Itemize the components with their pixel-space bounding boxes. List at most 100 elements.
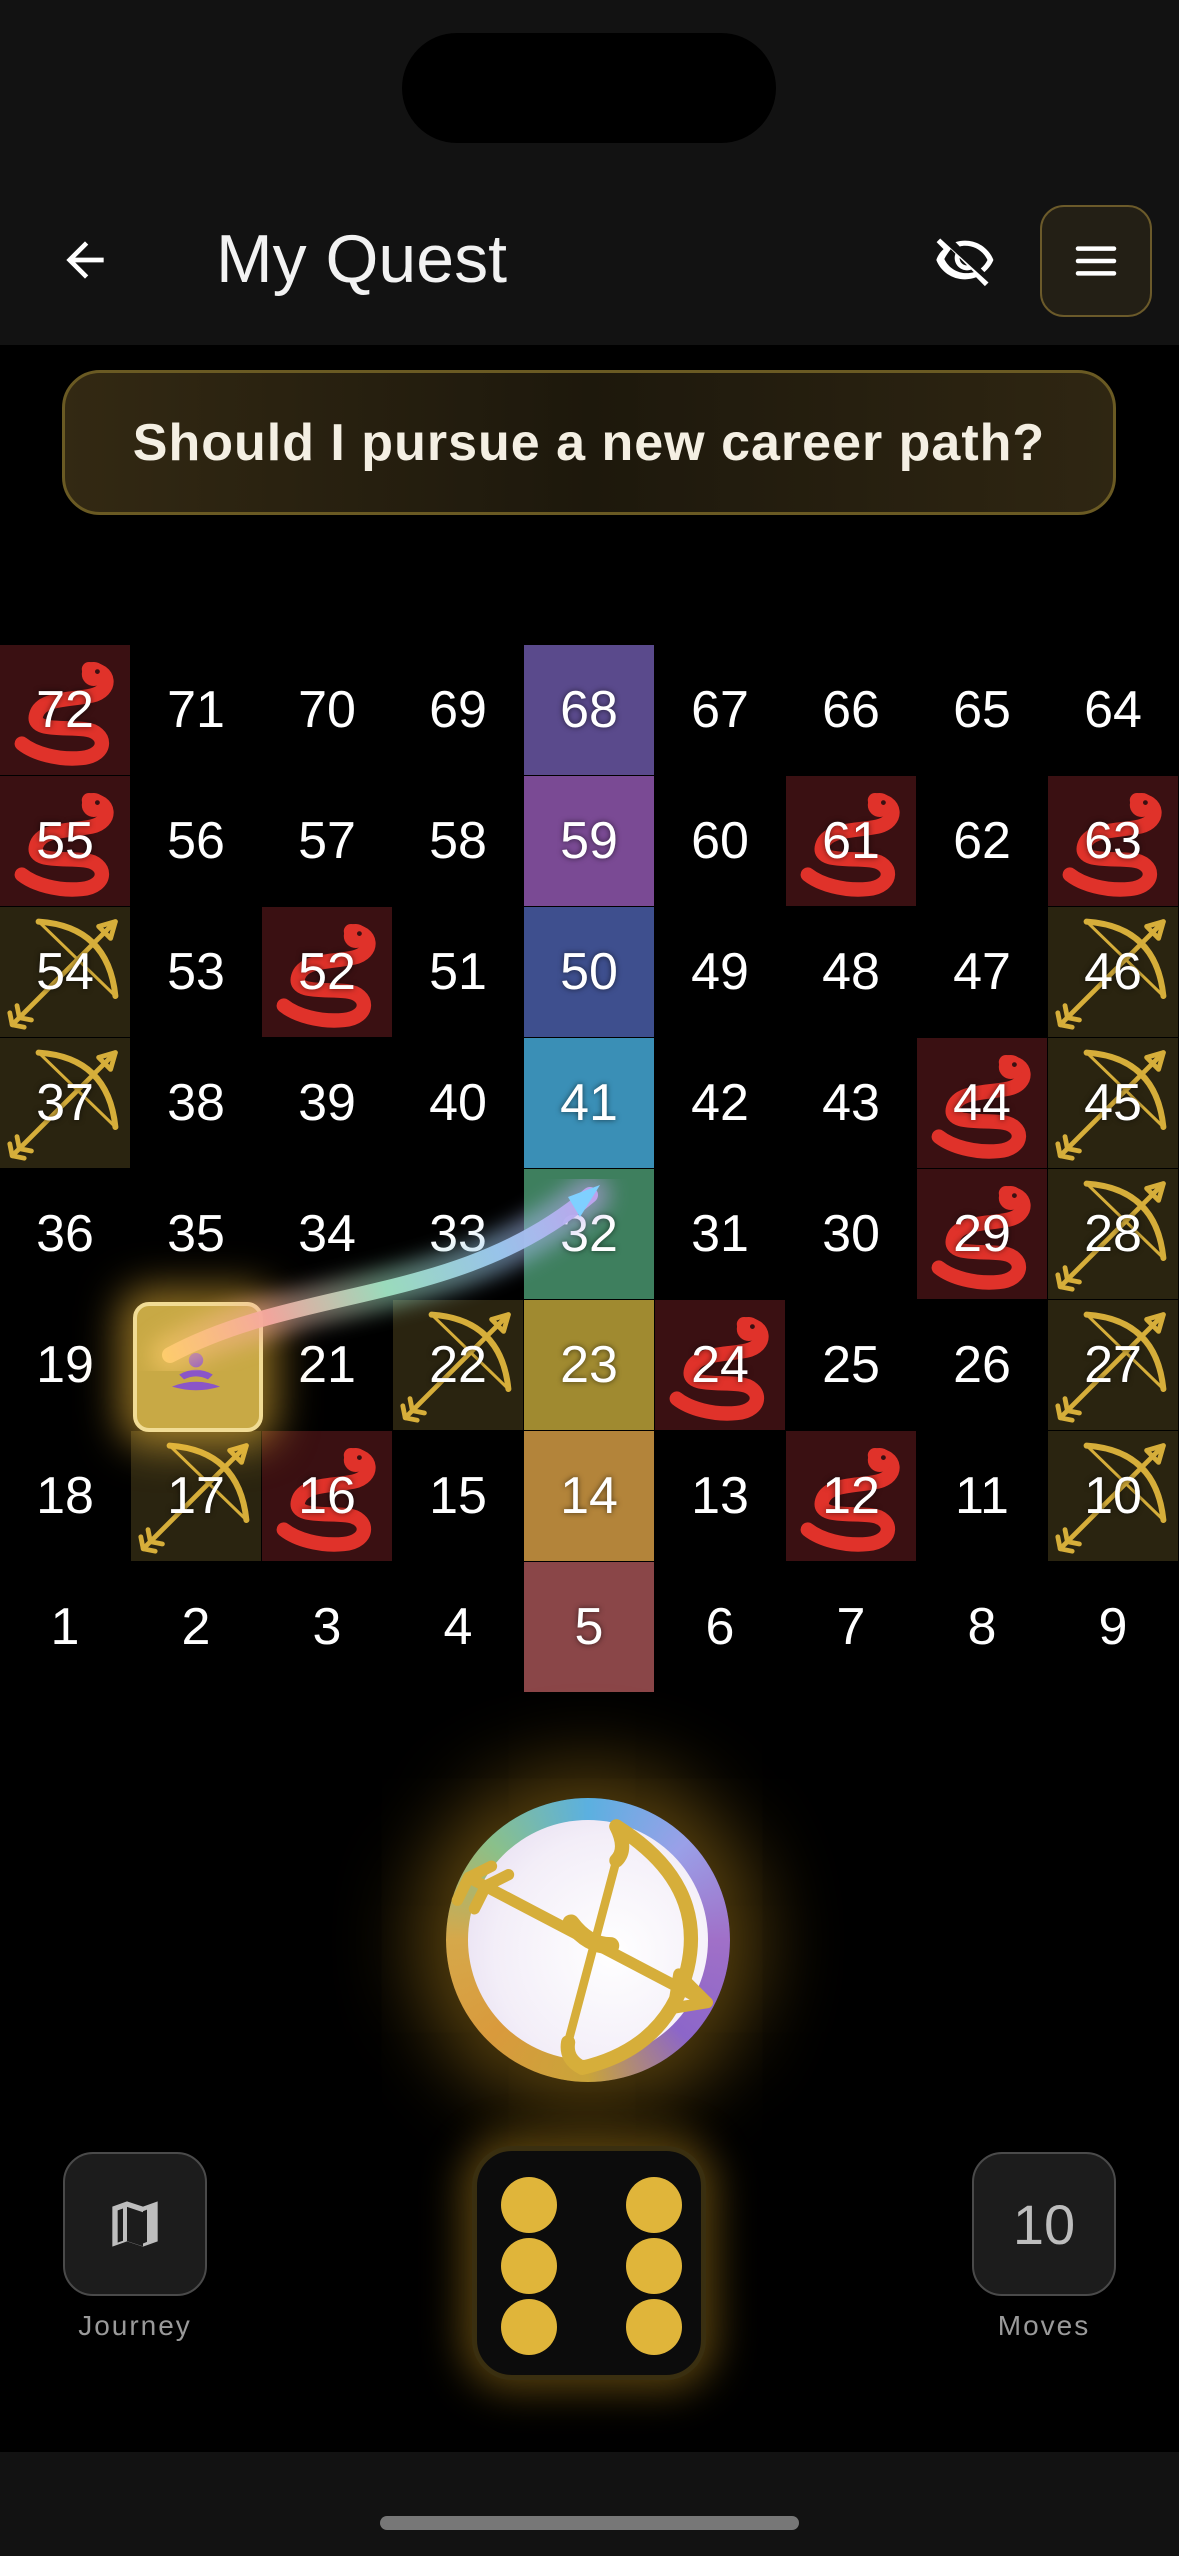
cell-number: 6 [705,1598,735,1656]
board-cell-9: 9 [1048,1562,1178,1692]
cell-number: 50 [560,943,618,1001]
board-cell-5: 5 [524,1562,654,1692]
board-cell-36: 36 [0,1169,130,1299]
cell-number: 45 [1084,1074,1142,1132]
board-cell-32: 32 [524,1169,654,1299]
board-cell-43: 43 [786,1038,916,1168]
cell-number: 8 [967,1598,997,1656]
cell-number: 16 [298,1467,356,1525]
board-cell-3: 3 [262,1562,392,1692]
moves-button[interactable]: 10 [972,2152,1116,2296]
cell-number: 53 [167,943,225,1001]
player-token-cell [131,1300,263,1432]
board-cell-66: 66 [786,645,916,775]
cell-number: 67 [691,681,749,739]
board-cell-13: 13 [655,1431,785,1561]
cell-number: 14 [560,1467,618,1525]
board-cell-67: 67 [655,645,785,775]
meditating-figure-icon [172,1353,220,1391]
board-cell-22: 22 [393,1300,523,1430]
cell-number: 52 [298,943,356,1001]
board-cell-25: 25 [786,1300,916,1430]
cell-number: 29 [953,1205,1011,1263]
cell-number: 39 [298,1074,356,1132]
eye-off-icon [936,238,994,287]
board-cell-62: 62 [917,776,1047,906]
cell-number: 61 [822,812,880,870]
board-cell-57: 57 [262,776,392,906]
cell-number: 28 [1084,1205,1142,1263]
cell-number: 2 [181,1598,211,1656]
dice-pip [501,2177,557,2233]
menu-button[interactable] [1040,205,1152,317]
board-cell-27: 27 [1048,1300,1178,1430]
board-cell-65: 65 [917,645,1047,775]
board-cell-70: 70 [262,645,392,775]
journey-label: Journey [78,2310,192,2341]
board-cell-49: 49 [655,907,785,1037]
moves-label: Moves [997,2310,1091,2341]
cell-number: 51 [429,943,487,1001]
dice-button[interactable] [472,2146,706,2380]
board-cell-4: 4 [393,1562,523,1692]
board-cell-54: 54 [0,907,130,1037]
bow-arrow-icon [451,1819,713,2075]
cell-number: 65 [953,681,1011,739]
cell-number: 7 [836,1598,866,1656]
moves-count: 10 [1012,2192,1076,2256]
arrow-left-icon [66,241,104,279]
cell-number: 49 [691,943,749,1001]
board-cell-50: 50 [524,907,654,1037]
cell-number: 64 [1084,681,1142,739]
back-button[interactable] [45,220,125,300]
board-cell-68: 68 [524,645,654,775]
cell-number: 10 [1084,1467,1142,1525]
cell-number: 60 [691,812,749,870]
cell-number: 55 [36,812,94,870]
board-cell-1: 1 [0,1562,130,1692]
dice-pip [501,2238,557,2294]
cell-number: 59 [560,812,618,870]
board-cell-41: 41 [524,1038,654,1168]
board-cell-21: 21 [262,1300,392,1430]
cell-number: 31 [691,1205,749,1263]
board-cell-64: 64 [1048,645,1178,775]
board-cell-63: 63 [1048,776,1178,906]
cell-number: 17 [167,1467,225,1525]
board-cell-38: 38 [131,1038,261,1168]
board-cell-35: 35 [131,1169,261,1299]
board-cell-14: 14 [524,1431,654,1561]
board-cell-42: 42 [655,1038,785,1168]
board-cell-34: 34 [262,1169,392,1299]
board-cell-72: 72 [0,645,130,775]
board-cell-19: 19 [0,1300,130,1430]
cell-number: 15 [429,1467,487,1525]
journey-button[interactable] [63,2152,207,2296]
board-cell-8: 8 [917,1562,1047,1692]
cell-number: 5 [574,1598,604,1656]
toggle-visibility-button[interactable] [925,220,1005,300]
board-cell-59: 59 [524,776,654,906]
board-cell-61: 61 [786,776,916,906]
map-icon [112,2201,158,2247]
cell-number: 19 [36,1336,94,1394]
cell-number: 27 [1084,1336,1142,1394]
cell-number: 44 [953,1074,1011,1132]
board-cell-12: 12 [786,1431,916,1561]
cell-number: 72 [36,681,94,739]
hamburger-menu-icon [1075,246,1117,276]
home-indicator[interactable] [380,2516,799,2530]
board-cell-11: 11 [917,1431,1047,1561]
board-cell-33: 33 [393,1169,523,1299]
board-cell-2: 2 [131,1562,261,1692]
cell-number: 38 [167,1074,225,1132]
cell-number: 66 [822,681,880,739]
cell-number: 22 [429,1336,487,1394]
dynamic-island [402,33,776,143]
board-cell-45: 45 [1048,1038,1178,1168]
cell-number: 43 [822,1074,880,1132]
cell-number: 13 [691,1467,749,1525]
dice-pip [501,2299,557,2355]
cell-number: 48 [822,943,880,1001]
ladder-emblem [446,1798,730,2082]
